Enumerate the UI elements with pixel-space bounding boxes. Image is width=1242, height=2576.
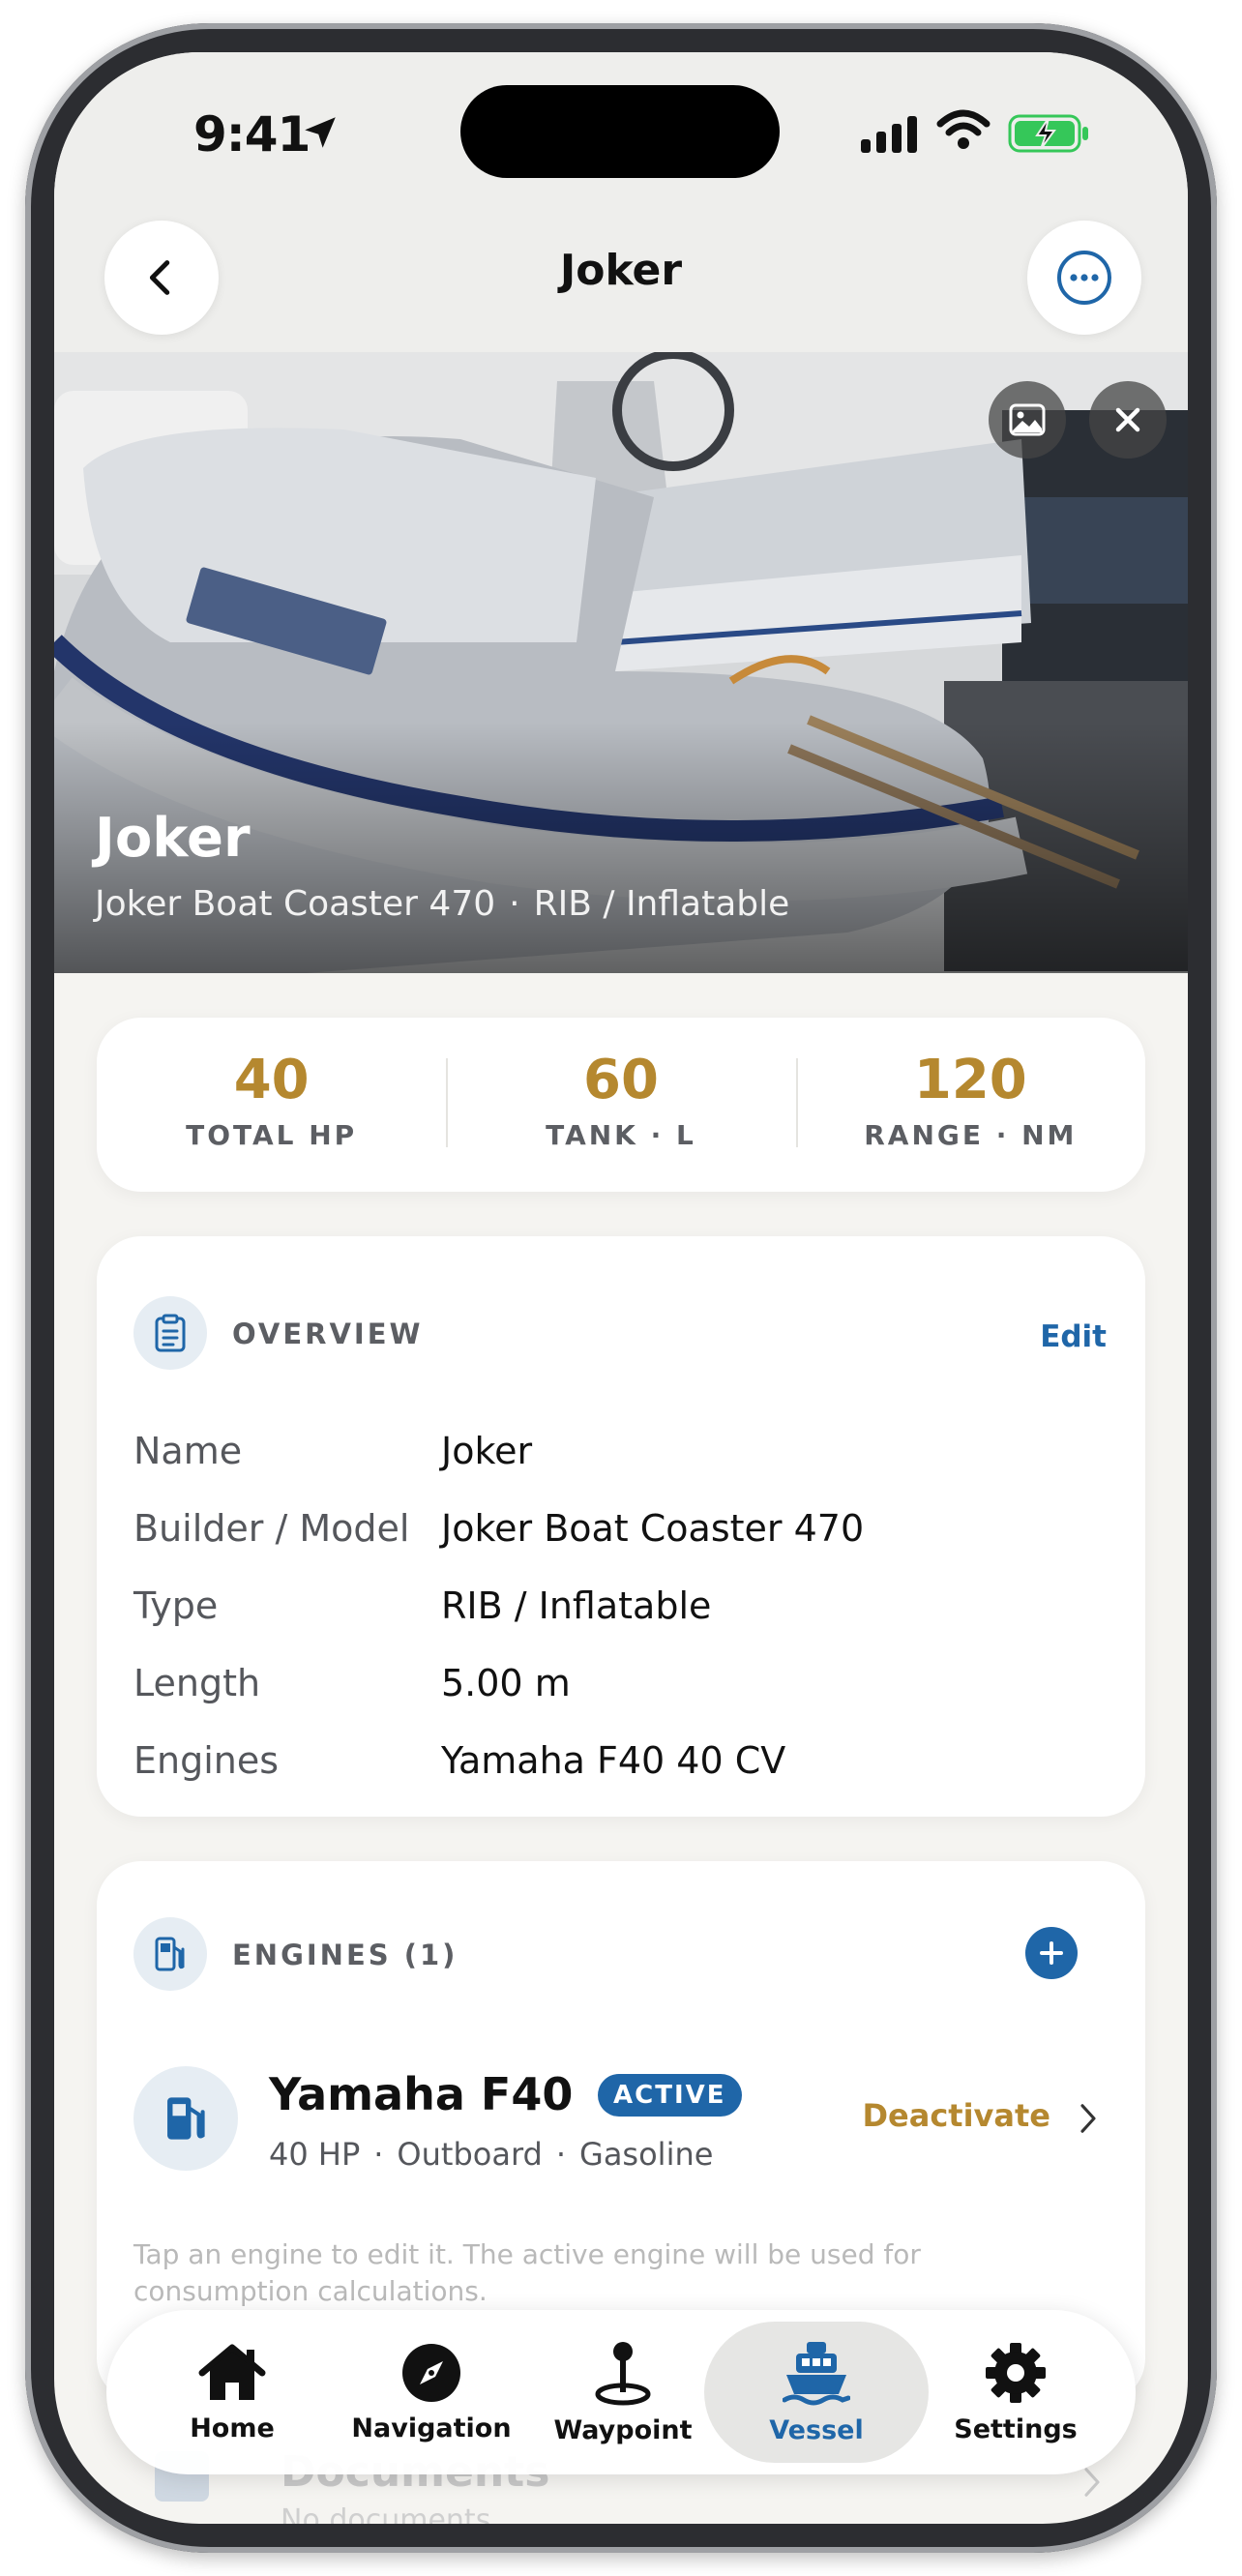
cellular-signal-icon <box>861 116 917 153</box>
meta-separator: · <box>555 2136 567 2173</box>
tab-navigation[interactable]: Navigation <box>325 2322 538 2463</box>
more-options-button[interactable] <box>1027 221 1141 335</box>
overview-value: RIB / Inflatable <box>441 1584 712 1627</box>
chevron-right-icon <box>1080 2104 1096 2133</box>
tab-label: Home <box>190 2413 275 2443</box>
battery-charging-icon <box>1008 114 1088 153</box>
location-arrow-icon <box>305 117 336 148</box>
tab-vessel[interactable]: Vessel <box>704 2322 929 2463</box>
documents-subtitle: No documents <box>281 2503 491 2524</box>
add-engine-button[interactable] <box>1025 1927 1078 1979</box>
stat-tank: 60 TANK · L <box>446 1018 795 1192</box>
fuel-pump-icon <box>133 2066 238 2171</box>
tab-waypoint[interactable]: Waypoint <box>517 2322 729 2463</box>
overview-row-length: Length 5.00 m <box>133 1662 571 1704</box>
hero-separator: · <box>509 884 520 924</box>
overview-key: Type <box>133 1584 219 1627</box>
close-icon <box>1115 407 1140 432</box>
overview-value: Joker <box>441 1430 533 1472</box>
overview-section-title: OVERVIEW <box>232 1318 424 1350</box>
overview-value: 5.00 m <box>441 1662 571 1704</box>
app-screen: 9:41 Joker Joker Joker Boat Coaster 470 … <box>54 52 1188 2524</box>
engine-fuel: Gasoline <box>579 2136 714 2173</box>
stat-label: RANGE · NM <box>864 1119 1078 1151</box>
overview-card: OVERVIEW Edit Name Joker Builder / Model… <box>97 1236 1145 1817</box>
engine-active-badge: ACTIVE <box>598 2074 742 2117</box>
clipboard-icon <box>133 1296 207 1370</box>
edit-overview-button[interactable]: Edit <box>1040 1319 1107 1354</box>
engines-section-title: ENGINES (1) <box>232 1939 458 1971</box>
stat-value: 40 <box>233 1049 310 1111</box>
tab-label: Waypoint <box>553 2414 693 2445</box>
engine-hint-text: Tap an engine to edit it. The active eng… <box>133 2238 921 2307</box>
stat-label: TOTAL HP <box>186 1119 358 1151</box>
hero-model: Joker Boat Coaster 470 <box>95 884 496 924</box>
hero-type: RIB / Inflatable <box>533 884 790 924</box>
overview-key: Length <box>133 1662 261 1704</box>
remove-photo-button[interactable] <box>1089 381 1167 459</box>
engine-list-item[interactable]: Yamaha F40 ACTIVE 40 HP · Outboard · Gas… <box>133 2064 1109 2173</box>
overview-row-type: Type RIB / Inflatable <box>133 1584 711 1627</box>
nav-header: Joker <box>54 217 1188 352</box>
deactivate-engine-button[interactable]: Deactivate <box>862 2097 1050 2134</box>
status-bar: 9:41 <box>54 52 1188 217</box>
engine-meta: 40 HP · Outboard · Gasoline <box>269 2136 713 2173</box>
wifi-icon <box>936 109 991 149</box>
overview-key: Name <box>133 1430 243 1472</box>
overview-row-builder-model: Builder / Model Joker Boat Coaster 470 <box>133 1507 864 1550</box>
tab-bar: Home Navigation Waypoint Vessel Settings <box>106 2310 1136 2474</box>
stat-total-hp: 40 TOTAL HP <box>97 1018 446 1192</box>
compass-icon <box>402 2343 460 2402</box>
overview-key: Engines <box>133 1739 280 1782</box>
overview-row-name: Name Joker <box>133 1430 532 1472</box>
photo-icon <box>1009 403 1046 436</box>
engine-power: 40 HP <box>269 2136 361 2173</box>
chevron-right-icon <box>1084 2468 1100 2497</box>
hero-vessel-subtitle: Joker Boat Coaster 470 · RIB / Inflatabl… <box>95 884 789 924</box>
change-photo-button[interactable] <box>989 381 1066 459</box>
tab-label: Vessel <box>769 2414 864 2445</box>
house-icon <box>198 2344 266 2400</box>
tab-label: Navigation <box>351 2413 512 2443</box>
stat-label: TANK · L <box>546 1119 696 1151</box>
vessel-hero-photo[interactable]: Joker Joker Boat Coaster 470 · RIB / Inf… <box>54 352 1188 973</box>
fuel-pump-icon <box>133 1917 207 1991</box>
tab-home[interactable]: Home <box>126 2322 339 2463</box>
plus-icon <box>1040 1941 1063 1965</box>
waypoint-pin-icon <box>595 2341 651 2405</box>
tab-settings[interactable]: Settings <box>909 2322 1122 2463</box>
status-time: 9:41 <box>193 106 310 163</box>
engine-name: Yamaha F40 <box>269 2068 574 2120</box>
gear-icon <box>986 2342 1046 2403</box>
tab-label: Settings <box>954 2413 1078 2444</box>
overview-value: Yamaha F40 40 CV <box>441 1739 786 1782</box>
stat-value: 60 <box>583 1049 659 1111</box>
more-horizontal-circle-icon <box>1057 251 1111 305</box>
overview-value: Joker Boat Coaster 470 <box>441 1507 865 1550</box>
page-title: Joker <box>559 246 683 295</box>
overview-key: Builder / Model <box>133 1507 410 1550</box>
stat-value: 120 <box>913 1049 1027 1111</box>
stat-range: 120 RANGE · NM <box>795 1018 1145 1192</box>
dynamic-island <box>460 85 780 178</box>
ferry-icon <box>783 2341 850 2405</box>
hero-vessel-name: Joker <box>95 807 251 870</box>
vessel-stats-card: 40 TOTAL HP 60 TANK · L 120 RANGE · NM <box>97 1018 1145 1192</box>
meta-separator: · <box>373 2136 384 2173</box>
engine-mount: Outboard <box>397 2136 543 2173</box>
overview-row-engines: Engines Yamaha F40 40 CV <box>133 1739 785 1782</box>
